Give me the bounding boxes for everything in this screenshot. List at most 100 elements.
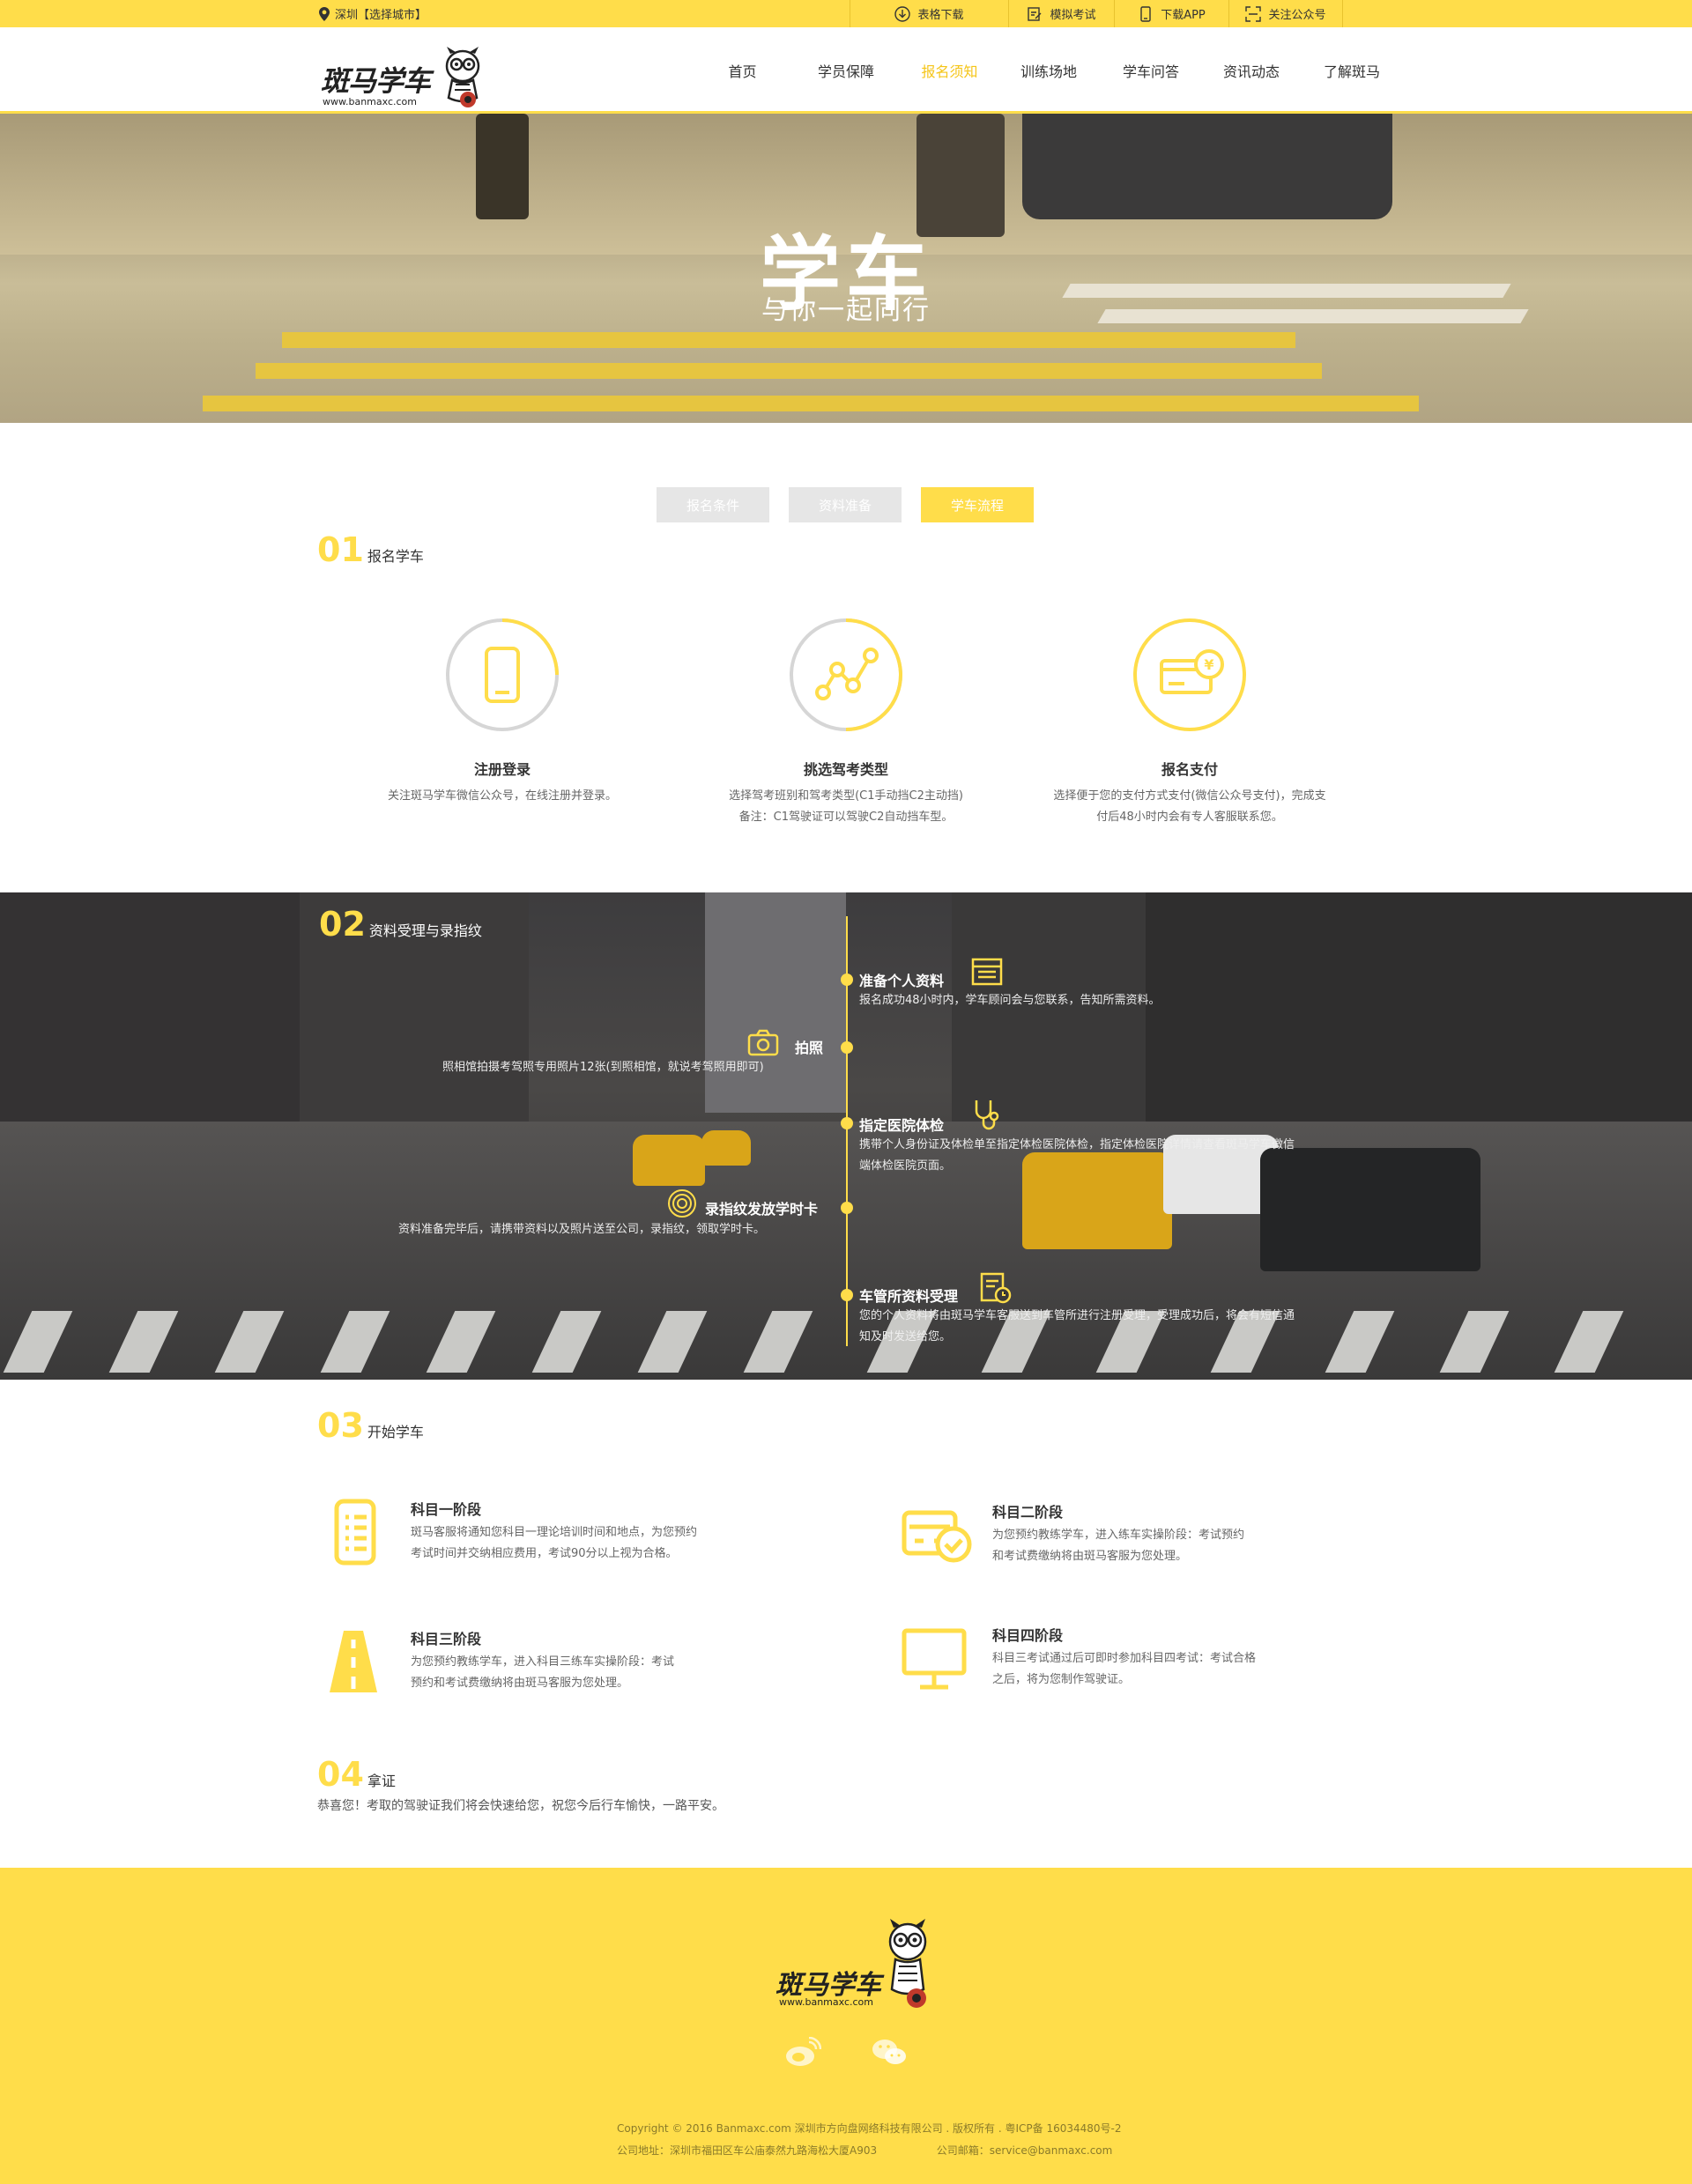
step-number: 02 (319, 905, 366, 944)
reg-step-title: 注册登录 (473, 761, 531, 778)
step-number: 03 (317, 1406, 364, 1445)
location-pin-icon (319, 6, 330, 21)
nav-driving-qa[interactable]: 学车问答 (1102, 27, 1200, 114)
stage-subject-one: 科目一阶段 斑马客服将通知您科目一理论培训时间和地点，为您预约 考试时间并交纳相… (317, 1498, 758, 1568)
stethoscope-icon (975, 1100, 999, 1130)
camera-icon (747, 1029, 779, 1056)
company-email[interactable]: 公司邮箱：service@banmaxc.com (937, 2144, 1113, 2157)
zebra-mascot-icon (888, 1919, 927, 2008)
desc-line: 为您预约教练学车，进入科目三练车实操阶段：考试 (411, 1655, 675, 1669)
process-tabs: 报名条件 资料准备 学车流程 (657, 487, 1034, 522)
phone-icon (446, 618, 559, 731)
nav-training-ground[interactable]: 训练场地 (996, 27, 1102, 114)
copyright-text: Copyright © 2016 Banmaxc.com 深圳市方向盘网络科技有… (617, 2122, 1122, 2135)
tab-learning-process[interactable]: 学车流程 (921, 487, 1034, 522)
top-link-label: 表格下载 (917, 9, 964, 22)
timeline-title: 车管所资料受理 (859, 1288, 959, 1305)
download-icon (894, 5, 911, 22)
tab-materials[interactable]: 资料准备 (789, 487, 902, 522)
stage-subject-three: 科目三阶段 为您预约教练学车，进入科目三练车实操阶段：考试 预约和考试费缴纳将由… (317, 1627, 758, 1698)
top-links: 表格下载 模拟考试 下载APP 关注公众号 (850, 0, 1343, 27)
desc-line: 资料准备完毕后，请携带资料以及照片送至公司，录指纹，领取学时卡。 (398, 1223, 766, 1236)
top-bar: 深圳【选择城市】 表格下载 模拟考试 下载APP 关注公众号 (0, 0, 1692, 27)
wechat-icon[interactable] (871, 2037, 908, 2069)
nav-home[interactable]: 首页 (696, 27, 789, 114)
stage-subject-four: 科目四阶段 科目三考试通过后可即时参加科目四考试：考试合格 之后，将为您制作驾驶… (899, 1624, 1340, 1694)
timeline-desc: 携带个人身份证及体检单至指定体检医院体检，指定体检医院详情请查看斑马学车微信 端… (859, 1135, 1295, 1177)
top-link-download-app[interactable]: 下载APP (1114, 0, 1228, 27)
city-selector[interactable]: 深圳【选择城市】 (319, 5, 427, 22)
top-link-label: 模拟考试 (1050, 9, 1096, 22)
road-marking (256, 363, 1322, 379)
top-link-download-forms[interactable]: 表格下载 (850, 0, 1008, 27)
footer-logo-url: www.banmaxc.com (779, 1996, 873, 2008)
desc-line: 斑马客服将通知您科目一理论培训时间和地点，为您预约 (411, 1526, 698, 1539)
step3-heading: 03 开始学车 (317, 1406, 424, 1445)
monitor-icon (902, 1628, 967, 1690)
step-title: 报名学车 (367, 548, 424, 565)
svg-text:¥: ¥ (1204, 656, 1213, 673)
step-number: 01 (317, 530, 364, 569)
logo-url: www.banmaxc.com (323, 96, 417, 107)
mobile-icon (1140, 5, 1151, 22)
timeline-dot (841, 1117, 853, 1129)
hero-subtitle: 与你一起同行 (761, 295, 931, 326)
nav-news[interactable]: 资讯动态 (1200, 27, 1302, 114)
step-title: 开始学车 (367, 1424, 424, 1440)
top-link-mock-exam[interactable]: 模拟考试 (1008, 0, 1114, 27)
stage-title: 科目四阶段 (992, 1627, 1064, 1644)
stage-subject-two: 科目二阶段 为您预约教练学车，进入练车实操阶段：考试预约 和考试费缴纳将由斑马客… (899, 1500, 1340, 1571)
reg-step-desc: 关注斑马学车微信公众号，在线注册并登录。 (335, 786, 670, 807)
footer-logo[interactable]: 斑马学车 www.banmaxc.com (776, 1917, 934, 2014)
tab-enroll-conditions[interactable]: 报名条件 (657, 487, 769, 522)
step4-heading: 04 拿证 (317, 1755, 396, 1794)
main-nav: 首页 学员保障 报名须知 训练场地 学车问答 资讯动态 了解斑马 (696, 27, 1401, 114)
desc-line: 考试时间并交纳相应费用，考试90分以上视为合格。 (411, 1547, 678, 1560)
timeline-dot (841, 1202, 853, 1214)
company-address: 公司地址：深圳市福田区车公庙泰然九路海松大厦A903 (617, 2144, 878, 2157)
desc-line: 备注：C1驾驶证可以驾驶C2自动挡车型。 (738, 811, 954, 824)
fingerprint-icon (668, 1189, 696, 1218)
car (1022, 114, 1392, 219)
timeline-dot (841, 974, 853, 986)
logo-text: 斑马学车 (321, 64, 431, 98)
clipboard-clock-icon (980, 1272, 1012, 1304)
payment-card-icon: ¥ (1133, 618, 1246, 731)
reg-step-desc: 选择便于您的支付方式支付(微信公众号支付)，完成支 付后48小时内会有专人客服联… (1022, 786, 1357, 828)
road-marking (282, 332, 1295, 348)
desc-line: 科目三考试通过后可即时参加科目四考试：考试合格 (992, 1652, 1257, 1665)
nav-enrollment-notes[interactable]: 报名须知 (903, 27, 996, 114)
reg-step-payment: ¥ 报名支付 选择便于您的支付方式支付(微信公众号支付)，完成支 付后48小时内… (1022, 617, 1357, 828)
contact-info: 公司地址：深圳市福田区车公庙泰然九路海松大厦A903 公司邮箱：service@… (617, 2143, 1112, 2158)
timeline-desc: 照相馆拍摄考驾照专用照片12张(到照相馆，就说考驾照用即可) (442, 1057, 764, 1078)
step1-heading: 01 报名学车 (317, 530, 424, 569)
footer: 斑马学车 www.banmaxc.com Copyright © 2016 Ba… (0, 1868, 1692, 2184)
sky-gap (705, 892, 846, 1113)
timeline-dot (841, 1289, 853, 1301)
desc-line: 照相馆拍摄考驾照专用照片12张(到照相馆，就说考驾照用即可) (442, 1061, 764, 1074)
timeline-title: 指定医院体检 (859, 1117, 945, 1134)
nav-student-guarantee[interactable]: 学员保障 (789, 27, 903, 114)
city-label: 深圳【选择城市】 (335, 9, 427, 22)
desc-line: 知及时发送给您。 (859, 1330, 952, 1344)
trash-bin (476, 114, 529, 219)
top-link-follow-account[interactable]: 关注公众号 (1228, 0, 1343, 27)
stage-title: 科目一阶段 (411, 1501, 482, 1518)
taxi (701, 1130, 751, 1166)
stage-desc: 为您预约教练学车，进入科目三练车实操阶段：考试 预约和考试费缴纳将由斑马客服为您… (411, 1652, 763, 1694)
stage-title: 科目二阶段 (992, 1504, 1064, 1521)
reg-step-title: 挑选驾考类型 (803, 761, 888, 778)
nav-about[interactable]: 了解斑马 (1302, 27, 1401, 114)
step2-heading: 02 资料受理与录指纹 (319, 905, 482, 944)
stage-desc: 斑马客服将通知您科目一理论培训时间和地点，为您预约 考试时间并交纳相应费用，考试… (411, 1522, 763, 1565)
brand-logo[interactable]: 斑马学车 www.banmaxc.com (317, 36, 494, 107)
desc-line: 您的个人资料将由斑马学车客服送到车管所进行注册受理，受理成功后，将会有短信通 (859, 1309, 1295, 1322)
weibo-icon[interactable] (784, 2037, 821, 2069)
desc-line: 报名成功48小时内，学车顾问会与您联系，告知所需资料。 (859, 994, 1161, 1007)
step-number: 04 (317, 1755, 364, 1794)
exam-icon (1028, 6, 1042, 21)
top-link-label: 关注公众号 (1268, 9, 1326, 22)
step-title: 资料受理与录指纹 (368, 922, 482, 939)
timeline-title: 拍照 (795, 1040, 824, 1056)
road-marking (203, 396, 1419, 411)
